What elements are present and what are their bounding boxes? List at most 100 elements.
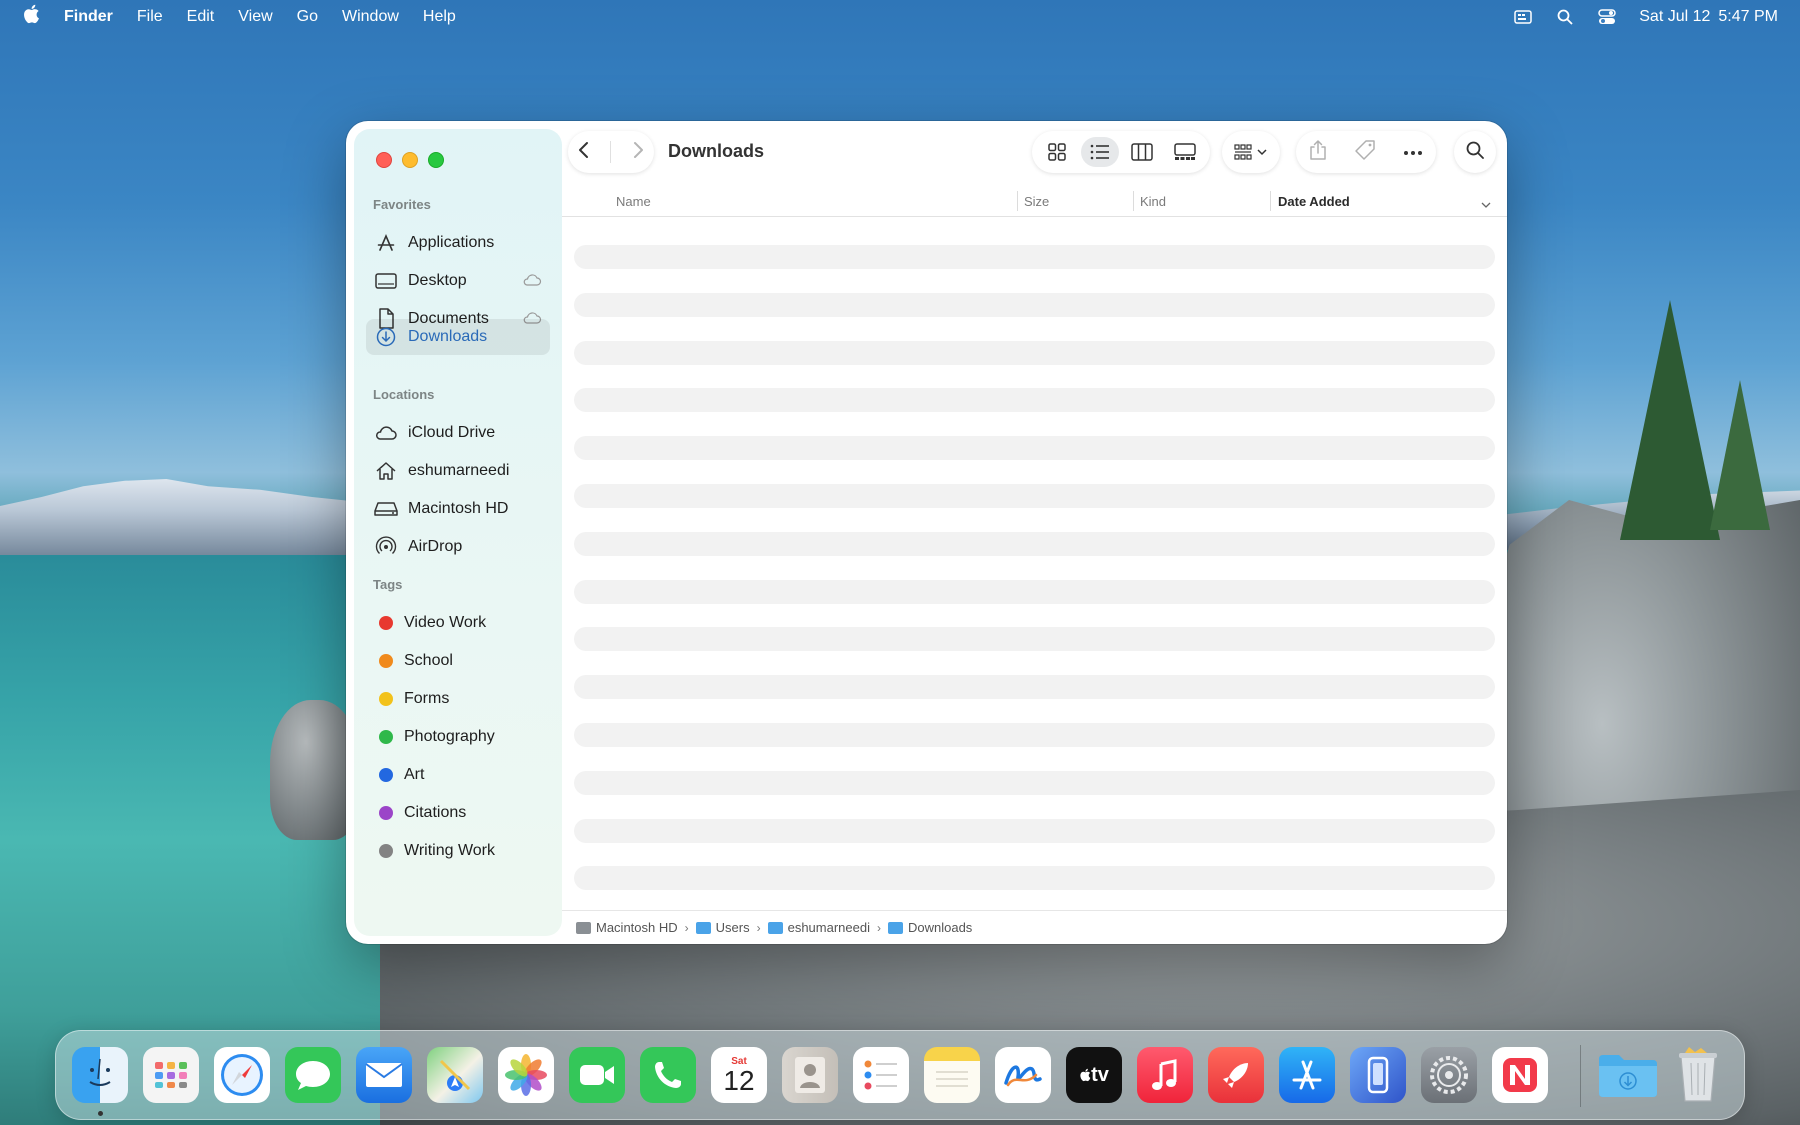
sort-chevron-down-icon[interactable] bbox=[1481, 196, 1491, 211]
freeform-icon[interactable] bbox=[995, 1047, 1051, 1103]
reminders-icon[interactable] bbox=[853, 1047, 909, 1103]
column-kind[interactable]: Kind bbox=[1140, 194, 1166, 209]
control-center-icon[interactable] bbox=[1597, 9, 1617, 25]
sidebar-item-label: Macintosh HD bbox=[408, 500, 509, 517]
tags-header: Tags bbox=[373, 577, 403, 592]
share-icon[interactable] bbox=[1309, 139, 1327, 166]
sidebar-tag-citations[interactable]: Citations bbox=[366, 795, 550, 831]
file-list bbox=[574, 245, 1495, 914]
column-name[interactable]: Name bbox=[616, 194, 651, 209]
column-view-button[interactable] bbox=[1123, 137, 1161, 167]
menu-window[interactable]: Window bbox=[342, 8, 399, 26]
loading-placeholder-row bbox=[574, 292, 1495, 317]
sidebar-tag-writing-work[interactable]: Writing Work bbox=[366, 833, 550, 869]
launchpad-icon[interactable] bbox=[143, 1047, 199, 1103]
phone-icon[interactable] bbox=[640, 1047, 696, 1103]
tag-color-dot bbox=[379, 768, 393, 782]
back-button[interactable] bbox=[578, 141, 590, 164]
downloads-folder-icon[interactable] bbox=[1596, 1047, 1660, 1103]
search-icon bbox=[1466, 141, 1484, 164]
spotlight-search-icon[interactable] bbox=[1555, 9, 1575, 25]
tv-icon[interactable]: tv bbox=[1066, 1047, 1122, 1103]
photos-icon[interactable] bbox=[498, 1047, 554, 1103]
column-date-added[interactable]: Date Added bbox=[1278, 194, 1350, 209]
path-segment-home[interactable]: eshumarneedi bbox=[767, 920, 870, 935]
contacts-icon[interactable] bbox=[782, 1047, 838, 1103]
sidebar-item-icloud-drive[interactable]: iCloud Drive bbox=[366, 415, 550, 451]
path-segment-label: Downloads bbox=[907, 920, 973, 935]
menu-file[interactable]: File bbox=[137, 8, 163, 26]
cloud-icon bbox=[374, 421, 398, 445]
sidebar-item-downloads[interactable]: Downloads bbox=[366, 319, 550, 355]
rocket-icon[interactable] bbox=[1208, 1047, 1264, 1103]
column-separator[interactable] bbox=[1017, 191, 1018, 211]
loading-placeholder-row bbox=[574, 483, 1495, 508]
facetime-icon[interactable] bbox=[569, 1047, 625, 1103]
minimize-window-button[interactable] bbox=[402, 152, 418, 168]
sidebar-item-airdrop[interactable]: AirDrop bbox=[366, 529, 550, 565]
sidebar-item-macintosh-hd[interactable]: Macintosh HD bbox=[366, 491, 550, 527]
safari-icon[interactable] bbox=[214, 1047, 270, 1103]
traffic-lights bbox=[376, 152, 444, 168]
loading-placeholder-row bbox=[574, 770, 1495, 795]
tag-color-dot bbox=[379, 654, 393, 668]
sidebar-tag-photography[interactable]: Photography bbox=[366, 719, 550, 755]
messages-icon[interactable] bbox=[285, 1047, 341, 1103]
path-bar: Macintosh HD › Users › eshumarneedi › Do… bbox=[562, 910, 1507, 944]
iphone-mirroring-icon[interactable] bbox=[1350, 1047, 1406, 1103]
tag-icon[interactable] bbox=[1354, 139, 1376, 166]
column-separator[interactable] bbox=[1133, 191, 1134, 211]
finder-icon[interactable] bbox=[72, 1047, 128, 1103]
path-segment-label: Users bbox=[715, 920, 750, 935]
sidebar-item-label: AirDrop bbox=[408, 538, 463, 555]
path-segment-macintosh-hd[interactable]: Macintosh HD bbox=[576, 920, 678, 935]
icon-view-button[interactable] bbox=[1038, 137, 1076, 167]
sidebar-tag-art[interactable]: Art bbox=[366, 757, 550, 793]
search-button[interactable] bbox=[1454, 131, 1496, 173]
column-separator[interactable] bbox=[1270, 191, 1271, 211]
nav-divider bbox=[610, 141, 612, 163]
menu-view[interactable]: View bbox=[238, 8, 272, 26]
path-segment-users[interactable]: Users bbox=[695, 920, 750, 935]
zoom-window-button[interactable] bbox=[428, 152, 444, 168]
drive-icon bbox=[374, 497, 398, 521]
notes-icon[interactable] bbox=[924, 1047, 980, 1103]
path-segment-label: Macintosh HD bbox=[596, 920, 678, 935]
sidebar-tag-forms[interactable]: Forms bbox=[366, 681, 550, 717]
tv-text: tv bbox=[1091, 1063, 1109, 1086]
menu-go[interactable]: Go bbox=[297, 8, 318, 26]
loading-placeholder-row bbox=[574, 531, 1495, 556]
trash-icon[interactable] bbox=[1670, 1047, 1726, 1103]
sidebar-tag-school[interactable]: School bbox=[366, 643, 550, 679]
tag-color-dot bbox=[379, 844, 393, 858]
mail-icon[interactable] bbox=[356, 1047, 412, 1103]
column-size[interactable]: Size bbox=[1024, 194, 1049, 209]
sidebar-item-home[interactable]: eshumarneedi bbox=[366, 453, 550, 489]
apple-menu-icon[interactable] bbox=[22, 4, 52, 30]
music-icon[interactable] bbox=[1137, 1047, 1193, 1103]
list-view-button[interactable] bbox=[1080, 137, 1119, 167]
app-store-icon[interactable] bbox=[1279, 1047, 1335, 1103]
path-segment-downloads[interactable]: Downloads bbox=[887, 920, 973, 935]
desktop-icon bbox=[374, 269, 398, 293]
more-actions-icon[interactable] bbox=[1403, 143, 1423, 161]
menu-app-name[interactable]: Finder bbox=[64, 8, 113, 26]
sidebar-item-desktop[interactable]: Desktop bbox=[366, 263, 550, 299]
close-window-button[interactable] bbox=[376, 152, 392, 168]
menubar-date[interactable]: Sat Jul 12 bbox=[1639, 8, 1710, 26]
applications-icon bbox=[374, 231, 398, 255]
input-source-icon[interactable] bbox=[1513, 9, 1533, 25]
sidebar-item-label: iCloud Drive bbox=[408, 424, 496, 441]
menubar-time[interactable]: 5:47 PM bbox=[1718, 8, 1778, 26]
group-by-button[interactable] bbox=[1222, 131, 1280, 173]
sidebar-item-applications[interactable]: Applications bbox=[366, 225, 550, 261]
maps-icon[interactable] bbox=[427, 1047, 483, 1103]
system-settings-icon[interactable] bbox=[1421, 1047, 1477, 1103]
menu-help[interactable]: Help bbox=[423, 8, 456, 26]
sidebar-tag-video-work[interactable]: Video Work bbox=[366, 605, 550, 641]
gallery-view-button[interactable] bbox=[1166, 137, 1204, 167]
news-icon[interactable] bbox=[1492, 1047, 1548, 1103]
forward-button[interactable] bbox=[632, 141, 644, 164]
menu-edit[interactable]: Edit bbox=[187, 8, 215, 26]
calendar-icon[interactable]: Sat 12 bbox=[711, 1047, 767, 1103]
